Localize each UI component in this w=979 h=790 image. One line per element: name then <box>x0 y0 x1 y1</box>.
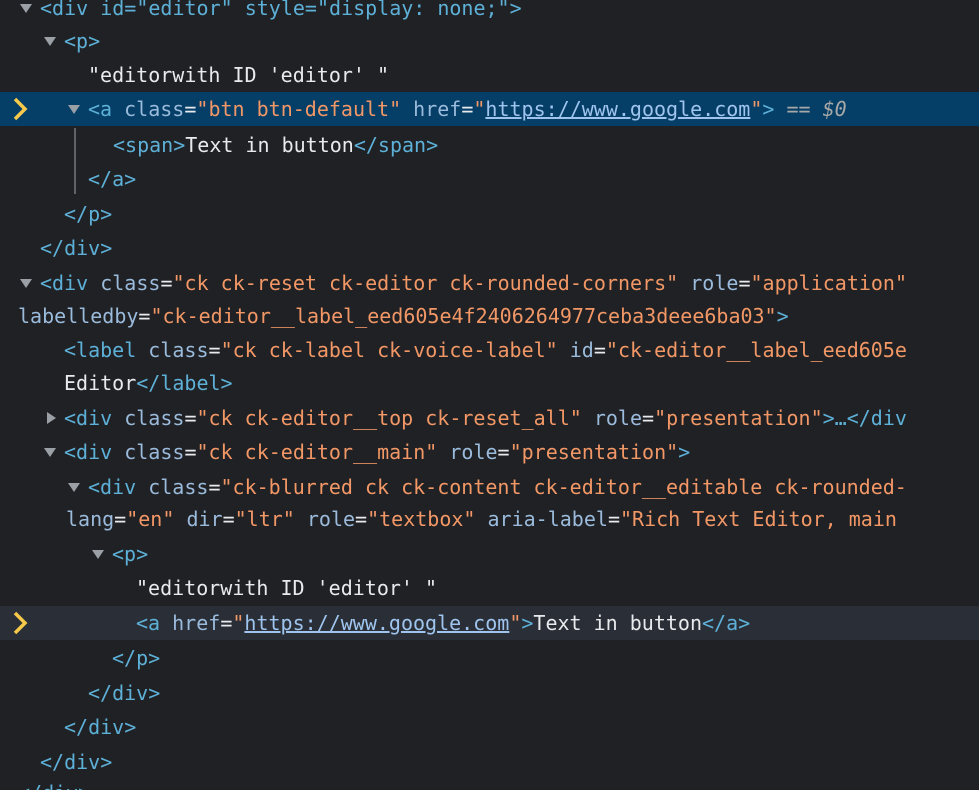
breakpoint-marker-icon <box>13 97 28 121</box>
tree-close-div[interactable]: </div> <box>0 231 979 265</box>
tree-close-p[interactable]: </p> <box>0 197 979 231</box>
tree-close-div[interactable]: </div> <box>0 776 979 790</box>
node-text: <div id="editor" style="display: none;"> <box>40 0 522 20</box>
collapsed-toggle-icon[interactable] <box>47 412 56 424</box>
expand-toggle-icon[interactable] <box>68 105 80 114</box>
expand-toggle-icon[interactable] <box>44 448 56 457</box>
tree-close-p[interactable]: </p> <box>0 641 979 675</box>
node-element: <div class="ck ck-editor__top ck-reset_a… <box>64 406 907 430</box>
tree-node-span[interactable]: <span>Text in button</span> <box>0 128 979 162</box>
node-element: Editor</label> <box>64 371 233 395</box>
tree-close-div[interactable]: </div> <box>0 710 979 744</box>
tree-text-node[interactable]: "editorwith ID 'editor' " <box>0 58 979 92</box>
node-element: <a class="btn btn-default" href="https:/… <box>88 97 847 121</box>
elements-tree[interactable]: <div id="editor" style="display: none;">… <box>0 0 979 790</box>
expand-toggle-icon[interactable] <box>68 483 80 492</box>
node-tag: <p> <box>112 542 149 566</box>
expand-toggle-icon[interactable] <box>20 279 32 288</box>
tree-node-p[interactable]: <p> <box>0 24 979 58</box>
href-link[interactable]: https://www.google.com <box>244 611 509 635</box>
tree-text-node[interactable]: "editorwith ID 'editor' " <box>0 571 979 605</box>
closing-tag: </div> <box>18 776 90 790</box>
expand-toggle-icon[interactable] <box>44 37 56 46</box>
tree-attr-continuation[interactable]: lang="en" dir="ltr" role="textbox" aria-… <box>0 502 979 536</box>
tree-attr-continuation[interactable]: labelledby="ck-editor__label_eed605e4f24… <box>0 299 979 333</box>
node-element: <span>Text in button</span> <box>113 133 439 157</box>
expand-toggle-icon[interactable] <box>92 550 104 559</box>
tree-node-div-editor-main[interactable]: <div class="ck ck-editor__main" role="pr… <box>0 435 979 469</box>
text-node-value: "editorwith ID 'editor' " <box>136 576 438 600</box>
node-attrs: labelledby="ck-editor__label_eed605e4f24… <box>18 304 789 328</box>
tree-close-div[interactable]: </div> <box>0 745 979 779</box>
node-element: <a href="https://www.google.com">Text in… <box>136 611 751 635</box>
tree-node-label[interactable]: <label class="ck ck-label ck-voice-label… <box>0 333 979 367</box>
node-tag: <p> <box>64 29 101 53</box>
tree-node-p[interactable]: <p> <box>0 537 979 571</box>
tree-node-a-hovered[interactable]: <a href="https://www.google.com">Text in… <box>0 606 979 640</box>
node-element: <div class="ck-blurred ck ck-content ck-… <box>88 475 907 499</box>
tree-node-div-ck-editor[interactable]: <div class="ck ck-reset ck-editor ck-rou… <box>0 266 979 300</box>
tree-label-text[interactable]: Editor</label> <box>0 366 979 400</box>
tree-node-a-selected[interactable]: <a class="btn btn-default" href="https:/… <box>0 92 979 126</box>
closing-tag: </div> <box>88 681 161 705</box>
tree-close-div[interactable]: </div> <box>0 676 979 710</box>
closing-tag: </div> <box>40 236 113 260</box>
node-element: <div class="ck ck-reset ck-editor ck-rou… <box>40 271 908 295</box>
node-attrs: lang="en" dir="ltr" role="textbox" aria-… <box>66 507 897 531</box>
tree-close-a[interactable]: </a> <box>0 162 979 196</box>
closing-tag: </p> <box>64 202 113 226</box>
text-node-value: "editorwith ID 'editor' " <box>88 63 390 87</box>
tree-node-div-editor[interactable]: <div id="editor" style="display: none;"> <box>0 0 979 25</box>
console-ref: $0 <box>822 97 847 121</box>
breakpoint-marker-icon <box>13 611 28 635</box>
closing-tag: </a> <box>88 167 137 191</box>
tree-node-div-editable[interactable]: <div class="ck-blurred ck ck-content ck-… <box>0 470 979 504</box>
node-element: <div class="ck ck-editor__main" role="pr… <box>64 440 691 464</box>
closing-tag: </p> <box>112 646 161 670</box>
node-element: <label class="ck ck-label ck-voice-label… <box>64 338 907 362</box>
closing-tag: </div> <box>64 715 137 739</box>
expand-toggle-icon[interactable] <box>20 4 32 13</box>
href-link[interactable]: https://www.google.com <box>485 97 750 121</box>
tree-node-div-editor-top[interactable]: <div class="ck ck-editor__top ck-reset_a… <box>0 401 979 435</box>
closing-tag: </div> <box>40 750 113 774</box>
